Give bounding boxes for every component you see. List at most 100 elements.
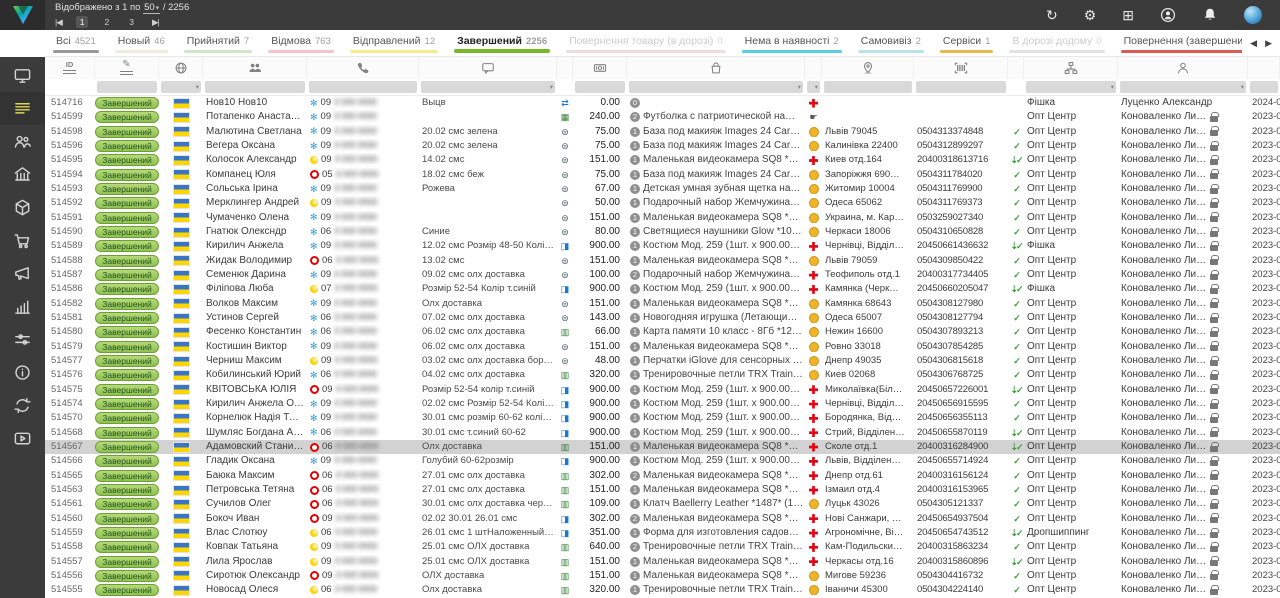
settings-gear-icon[interactable]: ⚙ [1084, 8, 1097, 22]
sidebar-item-warehouse[interactable] [0, 158, 45, 191]
filter-date-input[interactable] [1250, 81, 1278, 93]
column-products-header[interactable] [627, 57, 805, 79]
status-tab[interactable]: Завершений 2256 [446, 30, 558, 56]
table-row[interactable]: 514580 Завершений Фесенко Константин 060… [45, 325, 1280, 339]
status-tab[interactable]: Новый 46 [107, 30, 176, 56]
sidebar-item-orders[interactable] [0, 92, 45, 125]
column-comment-header[interactable] [419, 57, 557, 79]
status-tab[interactable]: Прийнятий 7 [176, 30, 260, 56]
table-row[interactable]: 514598 Завершений Малютина Светлана 090 … [45, 125, 1280, 139]
status-tab[interactable]: Всі 4521 [45, 30, 107, 56]
table-row[interactable]: 514566 Завершений Гладик Оксана 090 000 … [45, 454, 1280, 468]
sidebar-item-automation[interactable] [0, 323, 45, 356]
filter-comment-select[interactable]: ▾ [421, 81, 555, 93]
sidebar-item-partners[interactable] [0, 389, 45, 422]
table-row[interactable]: 514588 Завершений Жидак Володимир 060 00… [45, 254, 1280, 268]
table-row[interactable]: 514599 Завершений Потапенко Анастас… 090… [45, 110, 1280, 124]
filter-phone-input[interactable] [309, 81, 417, 93]
sidebar-item-info[interactable] [0, 356, 45, 389]
table-row[interactable]: 514590 Завершений Гнатюк Олексндр 060 00… [45, 225, 1280, 239]
table-row[interactable]: 514593 Завершений Сольська Ірина 090 000… [45, 182, 1280, 196]
table-row[interactable]: 514592 Завершений Мерклингер Андрей 090 … [45, 196, 1280, 210]
status-tab[interactable]: Відправлений 12 [342, 30, 446, 56]
column-id-header[interactable]: ID [45, 57, 95, 79]
column-check-header[interactable] [1008, 57, 1024, 79]
table-row[interactable]: 514570 Завершений Корнелюк Надія Та… 090… [45, 411, 1280, 425]
page-number-button[interactable]: 1 [76, 16, 89, 28]
sidebar-item-procurement[interactable] [0, 224, 45, 257]
table-row[interactable]: 514567 Завершений Адамовский Станис… 060… [45, 440, 1280, 454]
column-date-header[interactable] [1248, 57, 1280, 79]
column-delivery-header[interactable] [805, 57, 822, 79]
page-number-button[interactable]: 2 [100, 16, 113, 28]
tabs-scroll-left-icon[interactable]: ◀ [1250, 38, 1257, 49]
column-address-header[interactable] [822, 57, 914, 79]
first-page-button[interactable]: |◀ [55, 16, 62, 28]
table-row[interactable]: 514555 Завершений Новосад Олеся 060 000 … [45, 583, 1280, 597]
table-row[interactable]: 514559 Завершений Влас Слотюу 060 000 00… [45, 526, 1280, 540]
tabs-scroll-right-icon[interactable]: ▶ [1265, 38, 1272, 49]
page-number-button[interactable]: 3 [125, 16, 138, 28]
table-row[interactable]: 514589 Завершений Кирилич Анжела 090 000… [45, 239, 1280, 253]
sidebar-item-video-tutorials[interactable] [0, 422, 45, 455]
status-tab[interactable]: Самовивіз 2 [850, 30, 932, 56]
table-row[interactable]: 514716 Завершений Нов10 Нов10 090 000 00… [45, 96, 1280, 110]
column-payment-header[interactable] [557, 57, 573, 79]
sidebar-item-products[interactable] [0, 191, 45, 224]
table-row[interactable]: 514591 Завершений Чумаченко Олена 090 00… [45, 211, 1280, 225]
filter-client-input[interactable] [205, 81, 305, 93]
filter-delivery-select[interactable]: ▾ [807, 81, 820, 93]
app-logo[interactable] [0, 0, 45, 30]
filter-products-select[interactable]: ▾ [629, 81, 803, 93]
column-tracking-header[interactable] [914, 57, 1008, 79]
table-row[interactable]: 514568 Завершений Шумляс Богдана Ан… 060… [45, 426, 1280, 440]
column-client-header[interactable] [203, 57, 307, 79]
last-page-button[interactable]: ▶| [152, 16, 159, 28]
table-row[interactable]: 514579 Завершений Костишин Виктор 090 00… [45, 340, 1280, 354]
status-tab[interactable]: В дорозі додому 0 [1001, 30, 1112, 56]
table-row[interactable]: 514560 Завершений Бокоч Иван 090 000 000… [45, 512, 1280, 526]
user-avatar[interactable] [1244, 6, 1262, 24]
page-size-select[interactable]: 50▾ [143, 2, 160, 14]
filter-country-select[interactable]: ▾ [161, 81, 201, 93]
filter-tracking-input[interactable] [916, 81, 1006, 93]
status-tab[interactable]: Відмова 763 [260, 30, 342, 56]
column-manager-header[interactable] [1118, 57, 1248, 79]
table-row[interactable]: 514556 Завершений Сиротюк Олександр 090 … [45, 569, 1280, 583]
table-row[interactable]: 514558 Завершений Ковпак Татьяна 090 000… [45, 540, 1280, 554]
filter-status-input[interactable] [97, 81, 157, 93]
table-row[interactable]: 514595 Завершений Колосок Александр 090 … [45, 153, 1280, 167]
table-row[interactable]: 514577 Завершений Черниш Максим 090 000 … [45, 354, 1280, 368]
table-row[interactable]: 514575 Завершений КВІТОВСЬКА ЮЛІЯ 090 00… [45, 383, 1280, 397]
table-row[interactable]: 514587 Завершений Семенюк Дарина 090 000… [45, 268, 1280, 282]
column-channel-header[interactable] [1024, 57, 1118, 79]
table-row[interactable]: 514563 Завершений Петровська Тетяна 060 … [45, 483, 1280, 497]
add-order-icon[interactable]: ⊞ [1122, 8, 1134, 22]
status-tab[interactable]: Нема в наявності 2 [734, 30, 850, 56]
sidebar-item-dashboard[interactable] [0, 59, 45, 92]
filter-channel-select[interactable]: ▾ [1026, 81, 1116, 93]
column-country-header[interactable] [159, 57, 203, 79]
table-row[interactable]: 514565 Завершений Баюка Максим 060 000 0… [45, 469, 1280, 483]
table-row[interactable]: 514586 Завершений Філіпова Люба 070 000 … [45, 282, 1280, 296]
filter-sum-input[interactable] [575, 81, 625, 93]
sidebar-item-statistics[interactable] [0, 290, 45, 323]
column-phone-header[interactable] [307, 57, 419, 79]
profile-icon[interactable] [1160, 7, 1176, 23]
column-sum-header[interactable] [573, 57, 627, 79]
table-row[interactable]: 514557 Завершений Лила Ярослав 090 000 0… [45, 555, 1280, 569]
table-row[interactable]: 514576 Завершений Кобилинський Юрий 060 … [45, 368, 1280, 382]
status-tab[interactable]: Повернення товару (в дорозі) 0 [558, 30, 734, 56]
notifications-bell-icon[interactable] [1202, 7, 1218, 23]
table-row[interactable]: 514561 Завершений Сучилов Олег 060 000 0… [45, 497, 1280, 511]
table-row[interactable]: 514596 Завершений Вегера Оксана 090 000 … [45, 139, 1280, 153]
status-tab[interactable]: Сервіси 1 [932, 30, 1002, 56]
refresh-icon[interactable]: ↻ [1046, 8, 1058, 22]
table-row[interactable]: 514581 Завершений Устинов Сергей 060 000… [45, 311, 1280, 325]
status-tab[interactable]: Повернення (завершений) 125 [1113, 30, 1243, 56]
table-row[interactable]: 514574 Завершений Кирилич Анжела Ол… 090… [45, 397, 1280, 411]
sidebar-item-marketing[interactable] [0, 257, 45, 290]
filter-address-input[interactable] [824, 81, 912, 93]
filter-manager-select[interactable]: ▾ [1120, 81, 1246, 93]
sidebar-item-counterparties[interactable] [0, 125, 45, 158]
